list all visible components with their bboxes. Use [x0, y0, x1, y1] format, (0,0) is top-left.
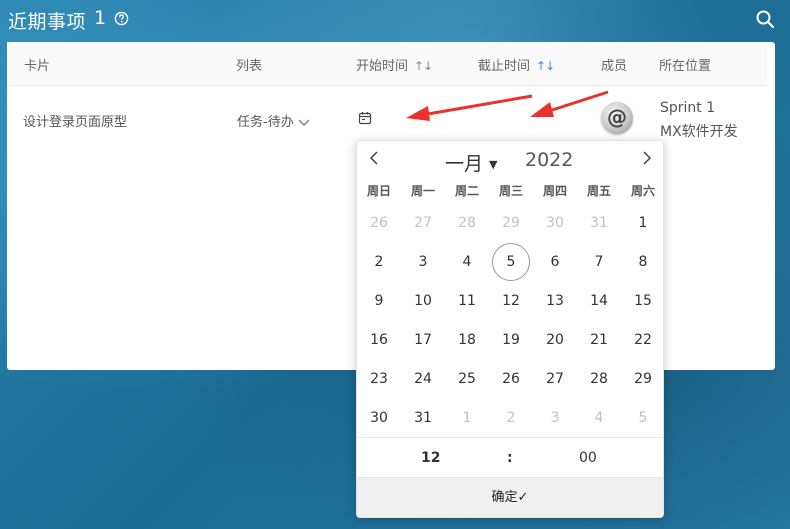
- day-cell[interactable]: 3: [536, 399, 574, 437]
- item-count: 1: [94, 7, 107, 29]
- annotation-arrow: [406, 94, 533, 121]
- time-row: 12 : 00: [357, 437, 663, 477]
- day-cell[interactable]: 2: [492, 399, 530, 437]
- search-icon[interactable]: [755, 9, 775, 29]
- annotation-arrow-2: [530, 90, 609, 117]
- list-select[interactable]: 任务-待办: [237, 111, 310, 130]
- chevron-left-icon[interactable]: [367, 150, 381, 166]
- day-cell[interactable]: 1: [624, 204, 662, 242]
- column-due-time[interactable]: 截止时间 ↑↓: [478, 55, 555, 74]
- date-picker: 一月 ▼ 2022 周日 周一 周二 周三 周四 周五 周六 26 27 28 29 30 31 1 2 3 4…: [356, 140, 664, 518]
- day-cell[interactable]: 19: [492, 321, 530, 359]
- day-cell[interactable]: 16: [360, 321, 398, 359]
- day-cell[interactable]: 4: [448, 243, 486, 281]
- list-value: 任务-待办: [237, 115, 294, 130]
- day-cell[interactable]: 15: [624, 282, 662, 320]
- day-cell[interactable]: 18: [448, 321, 486, 359]
- day-cell[interactable]: 26: [492, 360, 530, 398]
- column-start-time-label: 开始时间: [356, 59, 409, 74]
- card-name[interactable]: 设计登录页面原型: [23, 111, 127, 130]
- day-cell[interactable]: 8: [624, 243, 662, 281]
- month-value: 一月: [445, 153, 484, 175]
- year-input[interactable]: 2022: [525, 149, 573, 171]
- day-cell[interactable]: 23: [360, 360, 398, 398]
- column-list: 列表: [236, 59, 263, 74]
- day-cell[interactable]: 31: [580, 204, 618, 242]
- check-icon: ✓: [517, 490, 529, 505]
- day-cell[interactable]: 31: [404, 399, 442, 437]
- day-cell[interactable]: 29: [492, 204, 530, 242]
- chevron-down-icon: ▼: [489, 158, 498, 171]
- day-cell[interactable]: 30: [360, 399, 398, 437]
- day-cell[interactable]: 1: [448, 399, 486, 437]
- hour-value[interactable]: 12: [421, 450, 440, 466]
- day-cell[interactable]: 5: [492, 243, 530, 281]
- page-header: 近期事项 1: [0, 0, 790, 40]
- day-cell[interactable]: 4: [580, 399, 618, 437]
- location-sprint: Sprint 1: [660, 100, 716, 116]
- day-cell[interactable]: 29: [624, 360, 662, 398]
- time-separator: :: [507, 450, 513, 466]
- day-cell[interactable]: 20: [536, 321, 574, 359]
- day-cell[interactable]: 7: [580, 243, 618, 281]
- weekday-label: 周五: [586, 184, 611, 198]
- day-cell[interactable]: 27: [536, 360, 574, 398]
- weekday-header: 周日 周一 周二 周三 周四 周五 周六: [357, 182, 665, 202]
- day-cell[interactable]: 9: [360, 282, 398, 320]
- calendar-icon[interactable]: [358, 111, 372, 125]
- day-cell[interactable]: 24: [404, 360, 442, 398]
- column-members: 成员: [601, 59, 628, 74]
- day-cell[interactable]: 11: [448, 282, 486, 320]
- day-cell[interactable]: 17: [404, 321, 442, 359]
- day-cell[interactable]: 30: [536, 204, 574, 242]
- day-cell[interactable]: 12: [492, 282, 530, 320]
- confirm-button[interactable]: 确定✓: [357, 477, 663, 517]
- day-cell[interactable]: 28: [448, 204, 486, 242]
- weekday-label: 周一: [410, 184, 435, 198]
- weekday-label: 周二: [454, 184, 479, 198]
- minute-value[interactable]: 00: [579, 450, 597, 466]
- day-cell[interactable]: 21: [580, 321, 618, 359]
- weekday-label: 周六: [630, 184, 655, 198]
- day-cell[interactable]: 25: [448, 360, 486, 398]
- day-cell[interactable]: 6: [536, 243, 574, 281]
- sort-active-icon[interactable]: ↑↓: [536, 59, 555, 73]
- location-project: MX软件开发: [660, 124, 738, 140]
- day-cell[interactable]: 27: [404, 204, 442, 242]
- chevron-down-icon: [298, 119, 310, 126]
- day-cell[interactable]: 2: [360, 243, 398, 281]
- page-title: 近期事项: [8, 11, 87, 33]
- sort-icon[interactable]: ↑↓: [414, 59, 433, 73]
- weekday-label: 周四: [542, 184, 567, 198]
- day-cell[interactable]: 13: [536, 282, 574, 320]
- weekday-label: 周日: [366, 184, 391, 198]
- day-cell[interactable]: 10: [404, 282, 442, 320]
- month-select[interactable]: 一月 ▼: [445, 149, 497, 176]
- day-cell[interactable]: 22: [624, 321, 662, 359]
- day-cell[interactable]: 26: [360, 204, 398, 242]
- chevron-right-icon[interactable]: [640, 150, 654, 166]
- column-start-time[interactable]: 开始时间 ↑↓: [356, 55, 433, 74]
- help-icon[interactable]: [114, 11, 129, 26]
- day-cell[interactable]: 28: [580, 360, 618, 398]
- day-cell[interactable]: 5: [624, 399, 662, 437]
- day-cell[interactable]: 3: [404, 243, 442, 281]
- table-header: 卡片 列表 开始时间 ↑↓ 截止时间 ↑↓ 成员 所在位置: [7, 42, 767, 86]
- confirm-label: 确定: [491, 490, 518, 505]
- day-cell[interactable]: 14: [580, 282, 618, 320]
- column-card: 卡片: [24, 59, 51, 74]
- column-location: 所在位置: [659, 59, 712, 74]
- column-due-time-label: 截止时间: [478, 59, 531, 74]
- weekday-label: 周三: [498, 184, 523, 198]
